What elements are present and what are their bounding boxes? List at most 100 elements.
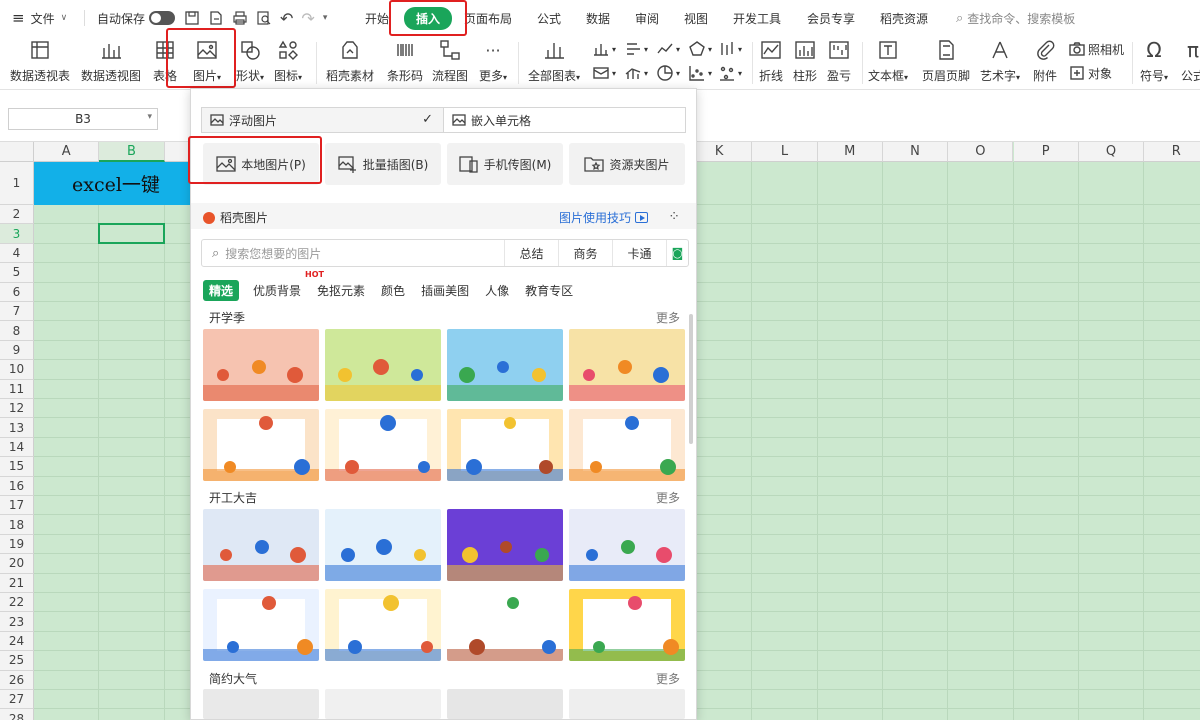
sparkline-line-button[interactable]: 折线 — [758, 38, 784, 84]
row-header[interactable]: 7 — [0, 302, 34, 322]
docer-material-button[interactable]: 稻壳素材 — [326, 38, 374, 84]
line-chart-dropdown[interactable]: ▾ — [656, 40, 680, 58]
thumbnail[interactable] — [325, 409, 441, 481]
row-header[interactable]: 24 — [0, 631, 34, 652]
column-header[interactable]: O — [948, 142, 1014, 162]
local-picture-button[interactable]: 本地图片(P) — [203, 143, 319, 185]
pivot-table-button[interactable]: 数据透视表 — [10, 38, 70, 84]
batch-insert-button[interactable]: 批量插图(B) — [325, 143, 441, 185]
flowchart-button[interactable]: 流程图 — [432, 38, 468, 84]
undo-icon[interactable]: ↶ — [280, 9, 293, 28]
row-header[interactable]: 4 — [0, 243, 34, 264]
row-header[interactable]: 26 — [0, 670, 34, 690]
command-search[interactable]: ⌕ 查找命令、搜索模板 — [956, 0, 1075, 36]
title-cell[interactable]: excel一键 — [34, 162, 194, 205]
search-tag-cartoon[interactable]: 卡通 — [612, 240, 666, 266]
autosave-toggle[interactable]: 自动保存 — [97, 0, 176, 36]
tab-member[interactable]: 会员专享 — [807, 0, 855, 36]
tab-docer[interactable]: 稻壳资源 — [880, 0, 928, 36]
category-featured[interactable]: 精选 — [203, 279, 240, 301]
column-header[interactable]: M — [817, 142, 883, 162]
row-header[interactable]: 17 — [0, 496, 34, 516]
row-header[interactable]: 14 — [0, 437, 34, 458]
tab-review[interactable]: 审阅 — [635, 0, 659, 36]
phone-upload-button[interactable]: 手机传图(M) — [447, 143, 563, 185]
tab-formulas[interactable]: 公式 — [537, 0, 561, 36]
row-header[interactable]: 18 — [0, 515, 34, 535]
row-header[interactable]: 19 — [0, 534, 34, 555]
symbol-button[interactable]: Ω 符号▾ — [1140, 38, 1168, 84]
row-header[interactable]: 27 — [0, 690, 34, 710]
thumbnail[interactable] — [447, 409, 563, 481]
thumbnail[interactable] — [325, 589, 441, 661]
object-button[interactable]: 对象 — [1068, 64, 1112, 82]
embed-cell-option[interactable]: 嵌入单元格 — [444, 108, 685, 132]
thumbnail[interactable] — [447, 509, 563, 581]
column-header[interactable]: N — [882, 142, 949, 162]
customize-chevron-icon[interactable]: ▾ — [323, 13, 328, 23]
tab-data[interactable]: 数据 — [586, 0, 610, 36]
table-button[interactable]: 表格 — [152, 38, 178, 84]
row-header[interactable]: 11 — [0, 379, 34, 399]
column-header[interactable]: P — [1013, 142, 1079, 162]
thumbnail[interactable] — [447, 689, 563, 719]
thumbnail[interactable] — [447, 589, 563, 661]
tab-page-layout[interactable]: 页面布局 — [464, 0, 512, 36]
camera-button[interactable]: 照相机 — [1068, 40, 1124, 58]
search-tag-business[interactable]: 商务 — [558, 240, 612, 266]
row-header[interactable]: 2 — [0, 205, 34, 225]
category-cutout[interactable]: 免抠元素 — [317, 282, 365, 299]
row-header[interactable]: 22 — [0, 593, 34, 613]
thumbnail[interactable] — [569, 329, 685, 401]
folder-picture-button[interactable]: 资源夹图片 — [569, 143, 685, 185]
formula-button[interactable]: π 公式 — [1180, 38, 1200, 84]
row-header[interactable]: 8 — [0, 321, 34, 341]
row-header[interactable]: 3 — [0, 224, 34, 244]
picture-button[interactable]: 图片▾ — [193, 38, 221, 84]
barcode-button[interactable]: 条形码 — [387, 38, 423, 84]
category-premium-bg[interactable]: 优质背景 HOT — [253, 270, 324, 299]
save-icon[interactable] — [184, 10, 200, 26]
scatter-chart-dropdown[interactable]: ▾ — [688, 64, 712, 82]
picture-search-bar[interactable]: ⌕ 搜索您想要的图片 总结 商务 卡通 ◙ — [201, 239, 689, 267]
floating-picture-option[interactable]: 浮动图片 ✓ — [202, 108, 444, 132]
row-header[interactable]: 15 — [0, 457, 34, 477]
row-header[interactable]: 9 — [0, 340, 34, 361]
column-chart-dropdown[interactable]: ▾ — [592, 40, 616, 58]
pivot-chart-button[interactable]: 数据透视图 — [81, 38, 141, 84]
row-header[interactable]: 20 — [0, 554, 34, 574]
thumbnail[interactable] — [447, 329, 563, 401]
thumbnail[interactable] — [569, 409, 685, 481]
print-icon[interactable] — [232, 10, 248, 26]
picture-tips-link[interactable]: 图片使用技巧 — [559, 209, 648, 226]
thumbnail[interactable] — [325, 689, 441, 719]
row-header[interactable]: 12 — [0, 399, 34, 419]
combo-chart-dropdown[interactable]: ▾ — [624, 64, 648, 82]
select-all-corner[interactable] — [0, 142, 34, 162]
thumbnail[interactable] — [203, 329, 319, 401]
icon-button[interactable]: 图标▾ — [274, 38, 302, 84]
column-header[interactable]: A — [34, 142, 100, 162]
name-box[interactable]: B3 ▾ — [8, 108, 158, 130]
file-menu[interactable]: ≡ 文件 ∨ — [12, 0, 67, 36]
column-header[interactable]: L — [752, 142, 818, 162]
sparkline-winloss-button[interactable]: 盈亏 — [826, 38, 852, 84]
category-education[interactable]: 教育专区 — [525, 282, 573, 299]
other-chart-dropdown[interactable]: ▾ — [718, 64, 742, 82]
tab-home[interactable]: 开始 — [365, 0, 389, 36]
attachment-button[interactable]: 附件 — [1032, 38, 1058, 84]
column-header[interactable]: Q — [1078, 142, 1145, 162]
radar-chart-dropdown[interactable]: ▾ — [688, 40, 712, 58]
category-illustration[interactable]: 插画美图 — [421, 282, 469, 299]
tab-insert[interactable]: 插入 — [404, 0, 453, 36]
row-header[interactable]: 23 — [0, 612, 34, 632]
app-grid-icon[interactable]: ⁘ — [668, 209, 680, 225]
row-header[interactable]: 1 — [0, 162, 34, 205]
thumbnail[interactable] — [203, 689, 319, 719]
category-color[interactable]: 颜色 — [381, 282, 405, 299]
thumbnail[interactable] — [325, 509, 441, 581]
shape-button[interactable]: 形状▾ — [236, 38, 264, 84]
row-header[interactable]: 21 — [0, 573, 34, 593]
pie-chart-dropdown[interactable]: ▾ — [656, 64, 680, 82]
redo-icon[interactable]: ↷ — [301, 9, 314, 28]
